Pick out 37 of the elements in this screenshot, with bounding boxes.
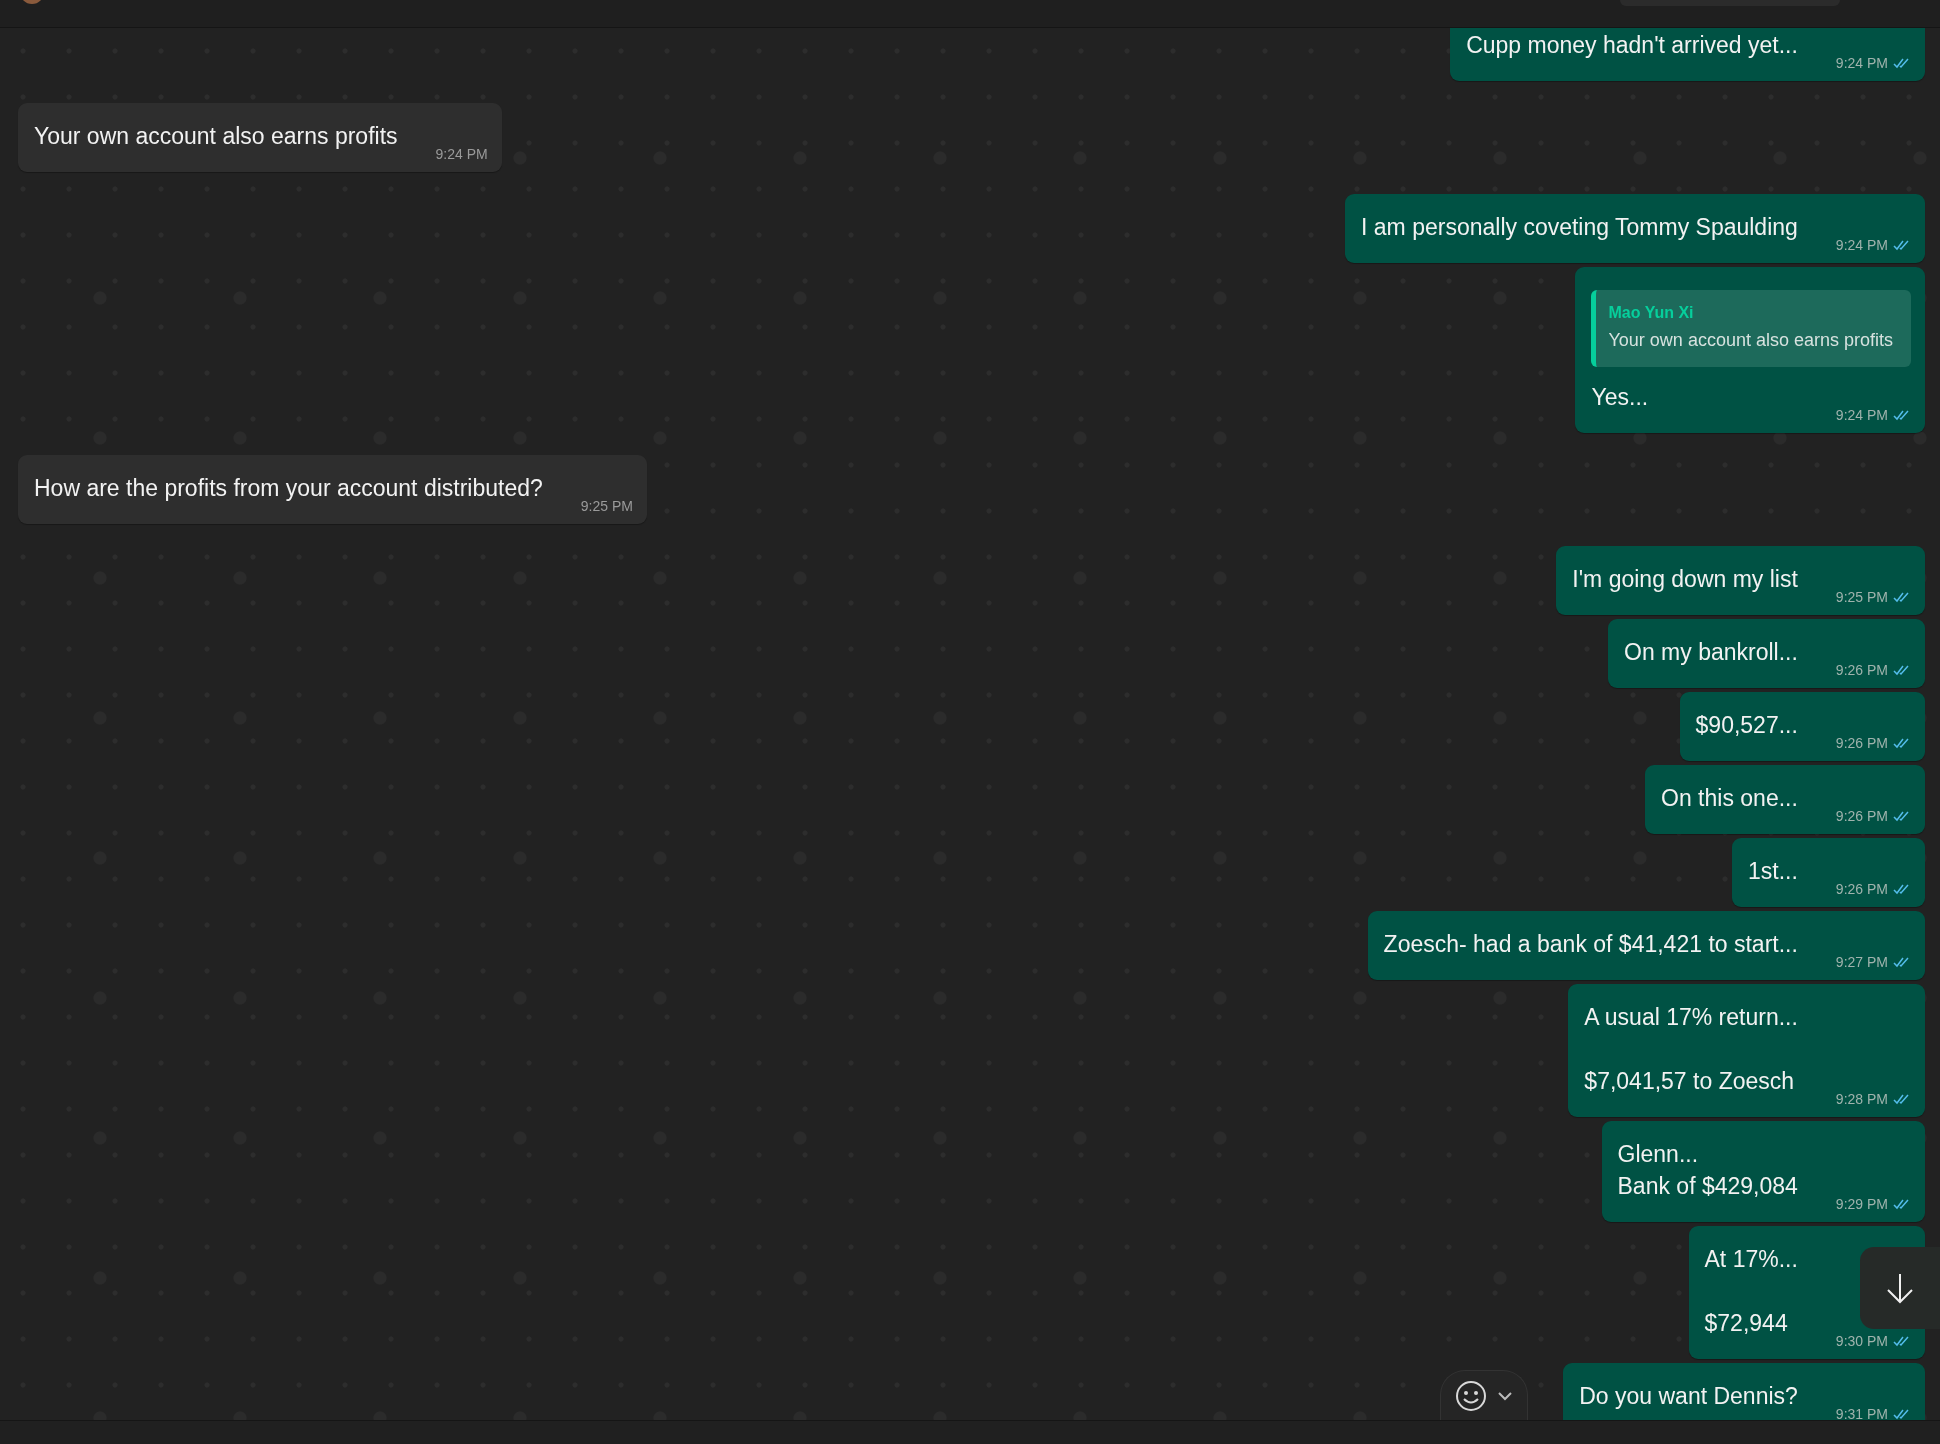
message-time: 9:27 PM bbox=[1835, 954, 1888, 970]
message-text: Do you want Dennis? bbox=[1579, 1382, 1798, 1411]
message-time: 9:26 PM bbox=[1835, 808, 1888, 824]
smiley-icon bbox=[1455, 1379, 1487, 1412]
message-text: 1st... bbox=[1748, 857, 1798, 886]
chevron-down-icon bbox=[1497, 1390, 1513, 1401]
message-time: 9:25 PM bbox=[580, 498, 633, 514]
message-time: 9:26 PM bbox=[1835, 881, 1888, 897]
message-time: 9:31 PM bbox=[1835, 1406, 1888, 1420]
message-text: Cupp money hadn't arrived yet... bbox=[1466, 31, 1798, 60]
message-time: 9:30 PM bbox=[1835, 1333, 1888, 1349]
message-text: How are the profits from your account distributed? bbox=[34, 474, 543, 503]
message-time: 9:29 PM bbox=[1835, 1196, 1888, 1212]
message-text: Yes... bbox=[1591, 383, 1649, 412]
message-time: 9:24 PM bbox=[1835, 407, 1888, 423]
message-time: 9:25 PM bbox=[1835, 589, 1888, 605]
message-text: $90,527... bbox=[1695, 711, 1798, 740]
message-time: 9:26 PM bbox=[1835, 735, 1888, 751]
message-text: On my bankroll... bbox=[1624, 638, 1798, 667]
message-time: 9:24 PM bbox=[1835, 55, 1888, 71]
message-text: Your own account also earns profits bbox=[34, 122, 398, 151]
message-text: I am personally coveting Tommy Spaulding bbox=[1361, 213, 1798, 242]
message-time: 9:24 PM bbox=[1835, 237, 1888, 253]
quote-text: Your own account also earns profits bbox=[1608, 330, 1893, 351]
message-time: 9:28 PM bbox=[1835, 1091, 1888, 1107]
quoted-message[interactable]: Mao Yun Xi Your own account also earns profits bbox=[1591, 290, 1911, 367]
message-text: At 17%... $72,944 bbox=[1704, 1245, 1798, 1338]
quote-author: Mao Yun Xi bbox=[1608, 304, 1695, 322]
message-text: On this one... bbox=[1661, 784, 1798, 813]
message-time: 9:26 PM bbox=[1835, 662, 1888, 678]
message-text: Glenn... Bank of $429,084 bbox=[1617, 1140, 1798, 1201]
emoji-button[interactable] bbox=[1440, 1370, 1528, 1420]
message-time: 9:24 PM bbox=[435, 146, 488, 162]
message-text: I'm going down my list bbox=[1572, 565, 1798, 594]
message-text: A usual 17% return... $7,041,57 to Zoesch bbox=[1584, 1003, 1798, 1096]
scroll-down-button[interactable] bbox=[1860, 1247, 1940, 1329]
message-text: Zoesch- had a bank of $41,421 to start... bbox=[1383, 930, 1798, 959]
